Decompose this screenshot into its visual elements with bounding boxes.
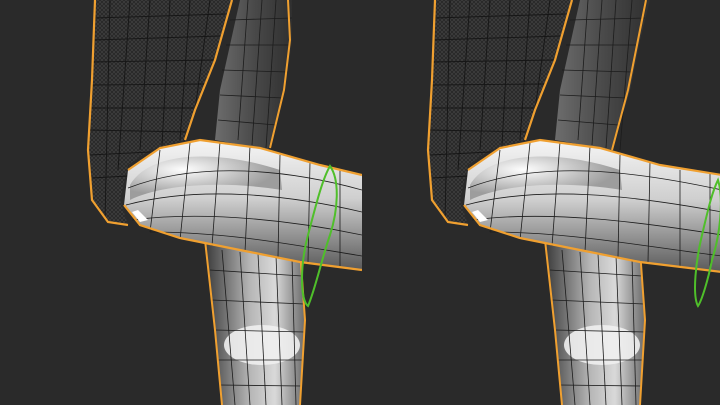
knee-shin-horizontal-mesh[interactable] — [463, 138, 720, 273]
viewport-area — [0, 0, 720, 405]
viewport-canvas[interactable] — [0, 0, 362, 405]
knee-shin-horizontal-mesh[interactable] — [123, 138, 362, 272]
right-3d-viewport[interactable] — [362, 0, 720, 405]
viewport-canvas[interactable] — [362, 0, 720, 405]
shin-mesh[interactable] — [544, 239, 647, 405]
left-3d-viewport[interactable] — [0, 0, 362, 405]
shin-mesh[interactable] — [204, 239, 307, 405]
back-thigh-mesh[interactable] — [555, 0, 650, 151]
